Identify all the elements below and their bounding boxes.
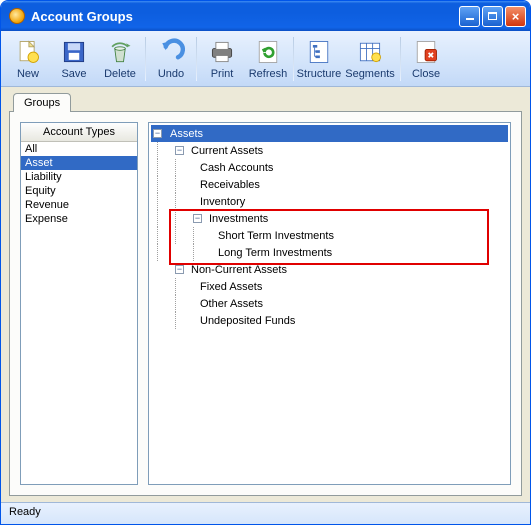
account-types-header: Account Types: [21, 123, 137, 142]
segments-label: Segments: [345, 68, 395, 80]
statusbar: Ready: [1, 502, 530, 524]
toolbar-separator: [145, 37, 146, 81]
undo-button[interactable]: Undo: [148, 34, 194, 84]
tree-label: Undeposited Funds: [197, 314, 298, 328]
window-buttons: ×: [459, 6, 526, 27]
groups-panel: Account Types AllAssetLiabilityEquityRev…: [9, 111, 522, 496]
save-icon: [60, 38, 88, 66]
tree-node-investments[interactable]: − Investments: [151, 210, 508, 227]
tree-node-other-assets[interactable]: Other Assets: [151, 295, 508, 312]
window-title: Account Groups: [31, 9, 459, 24]
structure-button[interactable]: Structure: [296, 34, 342, 84]
account-types-list[interactable]: Account Types AllAssetLiabilityEquityRev…: [20, 122, 138, 485]
list-item[interactable]: Liability: [21, 170, 137, 184]
delete-button[interactable]: Delete: [97, 34, 143, 84]
tree-label: Inventory: [197, 195, 248, 209]
tree-node-inventory[interactable]: Inventory: [151, 193, 508, 210]
collapse-icon[interactable]: −: [153, 129, 162, 138]
tree-label: Investments: [206, 212, 271, 226]
tree-label: Short Term Investments: [215, 229, 337, 243]
refresh-label: Refresh: [249, 68, 288, 80]
list-item[interactable]: Expense: [21, 212, 137, 226]
tree-node-receivables[interactable]: Receivables: [151, 176, 508, 193]
tree-label: Fixed Assets: [197, 280, 265, 294]
collapse-icon[interactable]: −: [175, 265, 184, 274]
list-item[interactable]: Revenue: [21, 198, 137, 212]
tree-label: Other Assets: [197, 297, 266, 311]
tree-label: Assets: [166, 127, 508, 141]
close-button[interactable]: Close: [403, 34, 449, 84]
list-item[interactable]: All: [21, 142, 137, 156]
print-icon: [208, 38, 236, 66]
app-window: Account Groups × New Save Delete: [0, 0, 531, 525]
segments-icon: [356, 38, 384, 66]
tabstrip: Groups: [13, 93, 522, 111]
status-text: Ready: [9, 506, 41, 518]
accounts-tree[interactable]: − Assets − Current Assets Cash Accounts: [148, 122, 511, 485]
tree-label: Long Term Investments: [215, 246, 335, 260]
titlebar: Account Groups ×: [1, 1, 530, 31]
tree-label: Current Assets: [188, 144, 266, 158]
window-close-button[interactable]: ×: [505, 6, 526, 27]
new-button[interactable]: New: [5, 34, 51, 84]
print-button[interactable]: Print: [199, 34, 245, 84]
app-icon: [9, 8, 25, 24]
structure-label: Structure: [297, 68, 342, 80]
maximize-button[interactable]: [482, 6, 503, 27]
tab-groups[interactable]: Groups: [13, 93, 71, 112]
content-area: Groups Account Types AllAssetLiabilityEq…: [1, 87, 530, 502]
toolbar-separator: [293, 37, 294, 81]
segments-button[interactable]: Segments: [342, 34, 398, 84]
new-icon: [14, 38, 42, 66]
list-item[interactable]: Asset: [21, 156, 137, 170]
undo-icon: [157, 38, 185, 66]
tree-label: Cash Accounts: [197, 161, 276, 175]
tree-node-assets[interactable]: − Assets: [151, 125, 508, 142]
delete-icon: [106, 38, 134, 66]
list-item[interactable]: Equity: [21, 184, 137, 198]
tree-node-non-current-assets[interactable]: − Non-Current Assets: [151, 261, 508, 278]
tree-node-undeposited-funds[interactable]: Undeposited Funds: [151, 312, 508, 329]
new-label: New: [17, 68, 39, 80]
tree-node-cash-accounts[interactable]: Cash Accounts: [151, 159, 508, 176]
structure-icon: [305, 38, 333, 66]
tree-label: Receivables: [197, 178, 263, 192]
tree-node-fixed-assets[interactable]: Fixed Assets: [151, 278, 508, 295]
tree-label: Non-Current Assets: [188, 263, 290, 277]
undo-label: Undo: [158, 68, 184, 80]
close-icon: [412, 38, 440, 66]
collapse-icon[interactable]: −: [193, 214, 202, 223]
close-label: Close: [412, 68, 440, 80]
toolbar-separator: [400, 37, 401, 81]
refresh-button[interactable]: Refresh: [245, 34, 291, 84]
refresh-icon: [254, 38, 282, 66]
toolbar-separator: [196, 37, 197, 81]
collapse-icon[interactable]: −: [175, 146, 184, 155]
tree-node-short-term-investments[interactable]: Short Term Investments: [151, 227, 508, 244]
tree-node-long-term-investments[interactable]: Long Term Investments: [151, 244, 508, 261]
toolbar: New Save Delete Undo Print: [1, 31, 530, 87]
print-label: Print: [211, 68, 234, 80]
delete-label: Delete: [104, 68, 136, 80]
save-label: Save: [61, 68, 86, 80]
save-button[interactable]: Save: [51, 34, 97, 84]
tree-node-current-assets[interactable]: − Current Assets: [151, 142, 508, 159]
minimize-button[interactable]: [459, 6, 480, 27]
